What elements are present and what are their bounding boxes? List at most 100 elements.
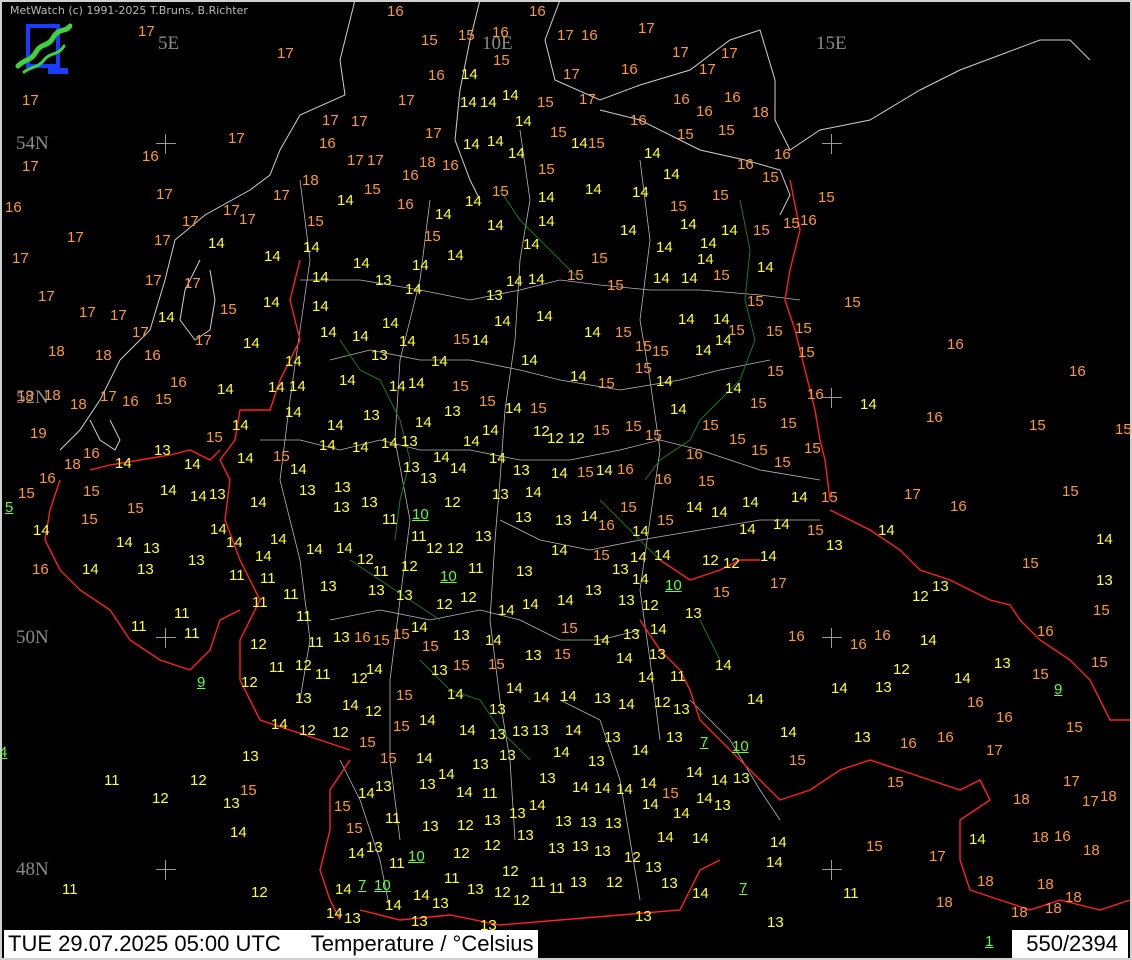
temperature-value: 14 — [412, 257, 429, 274]
temperature-value: 14 — [1096, 531, 1113, 548]
temperature-value: 16 — [354, 629, 371, 646]
temperature-value: 17 — [638, 20, 655, 37]
temperature-value: 16 — [32, 561, 49, 578]
temperature-value: 11 — [530, 874, 546, 891]
temperature-value: 13 — [499, 747, 516, 764]
temperature-value: 13 — [366, 839, 383, 856]
temperature-value: 13 — [403, 459, 420, 476]
temperature-value: 15 — [818, 189, 835, 206]
temperature-value: 14 — [472, 332, 489, 349]
temperature-value: 14 — [680, 216, 697, 233]
lon-label-15e: 15E — [816, 33, 847, 54]
temperature-value: 13 — [333, 629, 350, 646]
temperature-value: 15 — [488, 656, 505, 673]
temperature-value: 15 — [766, 323, 783, 340]
temperature-value: 15 — [393, 626, 410, 643]
temperature-value: 14 — [255, 548, 272, 565]
temperature-value: 13 — [444, 403, 461, 420]
temperature-value: 5 — [5, 499, 14, 516]
temperature-value: 12 — [723, 555, 740, 572]
temperature-value: 14 — [381, 435, 398, 452]
temperature-value: 14 — [487, 133, 504, 150]
temperature-value: 12 — [460, 589, 477, 606]
temperature-value: 11 — [549, 880, 565, 897]
temperature-value: 13 — [649, 646, 666, 663]
temperature-value: 12 — [624, 849, 641, 866]
temperature-value: 15 — [795, 320, 812, 337]
temperature-value: 14 — [673, 805, 690, 822]
temperature-value: 14 — [596, 462, 613, 479]
temperature-value: 12 — [702, 552, 719, 569]
temperature-value: 18 — [44, 387, 61, 404]
temperature-value: 14 — [572, 779, 589, 796]
temperature-value: 13 — [486, 287, 503, 304]
temperature-value: 13 — [645, 859, 662, 876]
temperature-value: 13 — [295, 690, 312, 707]
temperature-value: 15 — [662, 785, 679, 802]
temperature-value: 16 — [319, 135, 336, 152]
temperature-value: 14 — [656, 373, 673, 390]
temperature-value: 14 — [632, 742, 649, 759]
temperature-value: 14 — [766, 854, 783, 871]
temperature-value: 14 — [411, 619, 428, 636]
temperature-value: 13 — [673, 701, 690, 718]
temperature-value: 13 — [570, 874, 587, 891]
temperature-value: 12 — [444, 494, 461, 511]
temperature-value: 15 — [18, 485, 35, 502]
parameter-label: Temperature / °Celsius — [310, 931, 534, 956]
temperature-value: 13 — [223, 795, 240, 812]
temperature-value: 15 — [698, 473, 715, 490]
temperature-value: 14 — [460, 94, 477, 111]
temperature-value: 15 — [588, 135, 605, 152]
temperature-value: 13 — [572, 838, 589, 855]
temperature-value: 16 — [621, 61, 638, 78]
temperature-value: 14 — [505, 400, 522, 417]
temperature-value: 11 — [411, 528, 427, 545]
temperature-value: 11 — [389, 855, 405, 872]
temperature-value: 14 — [584, 324, 601, 341]
temperature-value: 14 — [954, 670, 971, 687]
temperature-value: 14 — [158, 309, 175, 326]
temperature-value: 15 — [713, 267, 730, 284]
temperature-value: 14 — [920, 632, 937, 649]
temperature-value: 16 — [1069, 363, 1086, 380]
temperature-value: 14 — [312, 269, 329, 286]
temperature-value: 15 — [550, 124, 567, 141]
temperature-value: 15 — [364, 181, 381, 198]
temperature-value: 14 — [184, 456, 201, 473]
temperature-value: 14 — [348, 845, 365, 862]
temperature-value: 15 — [452, 378, 469, 395]
temperature-value: 14 — [654, 547, 671, 564]
temperature-value: 13 — [401, 433, 418, 450]
temperature-value: 14 — [336, 540, 353, 557]
temperature-value: 14 — [678, 311, 695, 328]
temperature-value: 16 — [926, 409, 943, 426]
temperature-value: 11 — [315, 666, 331, 683]
temperature-value: 14 — [226, 534, 243, 551]
temperature-value: 14 — [416, 750, 433, 767]
temperature-value: 12 — [547, 430, 564, 447]
temperature-value: 14 — [656, 239, 673, 256]
temperature-value: 18 — [1065, 889, 1082, 906]
temperature-value: 13 — [994, 655, 1011, 672]
temperature-value: 13 — [714, 797, 731, 814]
temperature-value: 13 — [422, 818, 439, 835]
lat-label-54n: 54N — [16, 133, 49, 154]
temperature-value: 12 — [251, 884, 268, 901]
temperature-value: 16 — [874, 627, 891, 644]
temperature-value: 14 — [352, 439, 369, 456]
temperature-value: 13 — [515, 509, 532, 526]
temperature-value: 15 — [422, 638, 439, 655]
temperature-value: 17 — [110, 307, 127, 324]
temperature-value: 16 — [800, 212, 817, 229]
temperature-value: 15 — [821, 489, 838, 506]
temperature-value: 16 — [428, 67, 445, 84]
temperature-value: 14 — [289, 378, 306, 395]
temperature-value: 14 — [217, 381, 234, 398]
temperature-value: 14 — [770, 834, 787, 851]
temperature-value: 17 — [273, 187, 290, 204]
temperature-value: 11 — [174, 605, 190, 622]
temperature-value: 17 — [22, 92, 39, 109]
temperature-value: 14 — [570, 368, 587, 385]
temperature-value: 17 — [322, 112, 339, 129]
